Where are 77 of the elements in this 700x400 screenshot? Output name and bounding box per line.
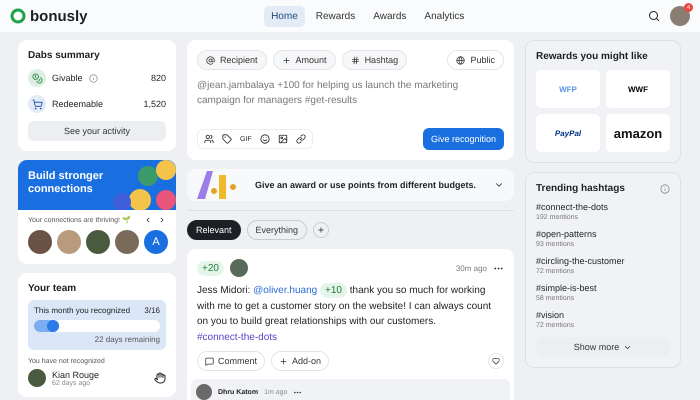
hashtag-link[interactable]: #simple-is-best [536,283,670,293]
dabs-label: Redeemable [52,99,104,109]
plus-icon [279,356,288,366]
logo-icon [10,8,26,24]
dabs-value: 820 [150,73,166,83]
message-field[interactable]: @jean.jambalaya +100 for helping us launch the marketing campaign for managers #get-results [197,78,504,108]
show-more-button[interactable]: Show more [536,337,670,357]
commenter-avatar[interactable] [196,384,212,400]
slider-thumb[interactable] [47,320,60,332]
globe-icon [456,56,466,64]
person-name: Kian Rouge [52,370,100,380]
emoji-characters-drawing [112,160,176,210]
plus-icon [282,56,291,64]
mention-link[interactable]: @oliver.huang [253,285,318,296]
add-on-button[interactable]: Add-on [271,351,330,371]
person-avatar[interactable] [28,369,46,387]
post-text: Jess Midori: @oliver.huang +10 thank you so much for working with me to get a customer story on the website! I can always count on you to build great relationships with our customers. #connect-the-dots [197,283,492,344]
banner-title: Build stronger connections [28,170,104,196]
points-badge: +20 [197,260,224,276]
add-filter-icon[interactable] [313,222,330,238]
composer-chip[interactable]: Amount [272,50,336,70]
card-title: Dabs summary [28,50,101,61]
budget-banner[interactable]: Give an award or use points from different budgets. [187,169,514,201]
info-icon[interactable] [660,184,670,194]
at-sign-icon [206,56,215,64]
card-title: Trending hashtags [536,183,625,194]
comment-icon [205,356,214,366]
hashtag-link[interactable]: #connect-the-dots [197,332,278,342]
dabs-label: Givable [52,73,83,83]
search-icon[interactable] [648,10,660,22]
card-title: Your team [28,283,78,294]
person-avatar[interactable] [86,230,110,254]
nav-tab[interactable]: Awards [366,6,414,26]
reward-tile[interactable]: amazon [606,114,670,152]
hashtag-link[interactable]: #open-patterns [536,229,670,239]
hashtag-link[interactable]: #circling-the-customer [536,256,670,266]
bonusly-logo[interactable]: bonusly [10,8,88,24]
hashtag-link[interactable]: #vision [536,310,670,320]
recipient-avatar[interactable] [230,259,248,277]
nav-tab[interactable]: Analytics [417,6,472,26]
filter-chip[interactable]: Relevant [187,220,241,240]
user-avatar[interactable] [670,6,690,26]
comment-button[interactable]: Comment [197,351,266,371]
people-icon[interactable] [204,134,214,144]
hash-icon [350,56,360,64]
reward-tile[interactable]: PayPal [536,114,600,152]
person-avatar[interactable] [115,230,139,254]
info-icon[interactable] [88,74,98,82]
hand-icon[interactable] [154,372,166,384]
like-icon[interactable] [488,353,504,369]
composer-chip[interactable]: Hashtag [342,50,408,70]
previous-icon[interactable] [144,216,152,224]
next-icon[interactable] [158,216,166,224]
person-avatar[interactable] [28,230,52,254]
dabs-value: 1,520 [143,99,166,109]
nav-tab[interactable]: Rewards [308,6,362,26]
card-title: Rewards you might like [536,51,649,62]
reward-tile[interactable]: WWF [606,70,670,108]
coins-icon [28,69,46,87]
link-icon[interactable] [296,134,306,144]
filter-chip[interactable]: Everything [246,220,308,240]
post-time: 30m ago [456,264,487,272]
person-avatar[interactable]: A [144,230,168,254]
days-remaining: 22 days remaining [94,335,160,344]
emoji-icon[interactable] [260,134,270,144]
give-recognition-button[interactable]: Give recognition [422,128,504,150]
image-icon[interactable] [278,134,288,144]
progress-count: 3/16 [144,306,160,315]
composer-chip[interactable]: Recipient [197,50,267,70]
cart-icon [28,95,46,113]
visibility-chip[interactable]: Public [447,50,504,70]
nav-tab[interactable]: Home [264,6,305,26]
banner-text: Give an award or use points from different budgets. [255,180,476,190]
tag-icon[interactable] [222,134,232,144]
activity-button[interactable]: See your activity [28,121,166,141]
progress-label: This month you recognized [34,306,130,315]
hashtag-link[interactable]: #connect-the-dots [536,202,670,212]
